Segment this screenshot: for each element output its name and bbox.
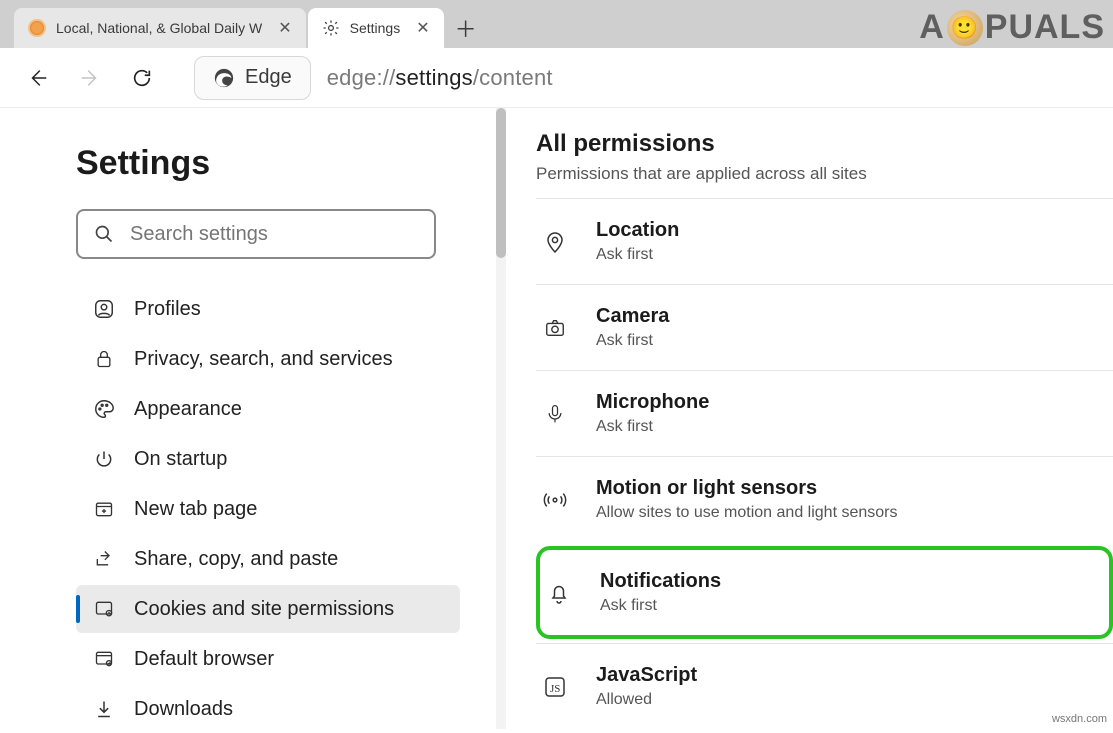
bell-icon [544,580,574,606]
sidebar-item-label: Appearance [134,398,242,421]
lock-icon [92,348,116,370]
permission-sensors[interactable]: Motion or light sensors Allow sites to u… [536,456,1113,542]
permission-title: Location [596,219,679,242]
sidebar-item-label: New tab page [134,498,257,521]
sidebar-item-newtab[interactable]: New tab page [76,485,460,533]
camera-icon [540,317,570,339]
permission-notifications[interactable]: Notifications Ask first [536,546,1113,639]
permission-title: Notifications [600,570,721,593]
permission-microphone[interactable]: Microphone Ask first [536,370,1113,456]
close-icon[interactable]: ✕ [278,18,291,38]
scrollbar-thumb[interactable] [496,108,506,258]
edge-logo-icon [213,67,235,89]
settings-nav: Profiles Privacy, search, and services A… [76,285,460,733]
palette-icon [92,398,116,420]
permission-javascript[interactable]: JS JavaScript Allowed [536,643,1113,729]
permission-subtitle: Ask first [596,246,679,264]
sidebar-item-default-browser[interactable]: Default browser [76,635,460,683]
back-button[interactable] [16,56,60,100]
profile-icon [92,298,116,320]
sidebar-item-label: Privacy, search, and services [134,348,393,371]
sidebar-item-profiles[interactable]: Profiles [76,285,460,333]
permission-subtitle: Ask first [596,332,669,350]
sidebar-item-label: Share, copy, and paste [134,548,338,571]
close-icon[interactable]: ✕ [416,18,429,38]
permission-title: Microphone [596,391,709,414]
sidebar-item-share[interactable]: Share, copy, and paste [76,535,460,583]
forward-button[interactable] [68,56,112,100]
newtab-icon [92,499,116,519]
sidebar-item-startup[interactable]: On startup [76,435,460,483]
tab-strip: Local, National, & Global Daily W ✕ Sett… [0,0,1113,48]
sidebar-item-appearance[interactable]: Appearance [76,385,460,433]
permissions-icon [92,599,116,619]
tab-label: Settings [350,20,401,36]
microphone-icon [540,401,570,427]
gear-icon [322,19,340,37]
power-icon [92,448,116,470]
permission-subtitle: Allowed [596,691,697,709]
browser-icon [92,649,116,669]
sidebar-item-label: Default browser [134,648,274,671]
permission-location[interactable]: Location Ask first [536,198,1113,284]
permissions-panel: All permissions Permissions that are app… [500,108,1113,729]
browser-toolbar: Edge edge://settings/content [0,48,1113,108]
svg-text:JS: JS [550,683,560,695]
settings-search[interactable] [76,209,436,259]
search-icon [94,224,114,244]
permissions-list: Location Ask first Camera Ask first [536,198,1113,729]
tab-settings[interactable]: Settings ✕ [308,8,444,48]
location-icon [540,229,570,255]
search-input[interactable] [128,222,418,247]
sidebar-item-label: Cookies and site permissions [134,598,394,621]
javascript-icon: JS [540,675,570,699]
permissions-heading: All permissions [536,130,1113,158]
sidebar-item-label: On startup [134,448,227,471]
permission-title: JavaScript [596,664,697,687]
edge-identity-chip[interactable]: Edge [194,56,311,100]
sidebar-item-downloads[interactable]: Downloads [76,685,460,733]
permission-subtitle: Ask first [596,418,709,436]
download-icon [92,698,116,720]
sidebar-item-label: Profiles [134,298,201,321]
sensor-icon [540,489,570,511]
address-bar[interactable]: edge://settings/content [319,56,1097,100]
url-scheme: edge:// [327,65,396,91]
sidebar-item-label: Downloads [134,698,233,721]
share-icon [92,549,116,569]
sidebar-scrollbar[interactable] [496,108,506,729]
refresh-button[interactable] [120,56,164,100]
edge-chip-label: Edge [245,66,292,89]
source-caption: wsxdn.com [1052,713,1107,725]
sidebar-item-privacy[interactable]: Privacy, search, and services [76,335,460,383]
sidebar-item-cookies[interactable]: Cookies and site permissions [76,585,460,633]
permission-subtitle: Allow sites to use motion and light sens… [596,504,897,522]
permission-camera[interactable]: Camera Ask first [536,284,1113,370]
permissions-subheading: Permissions that are applied across all … [536,164,1113,184]
permission-subtitle: Ask first [600,597,721,615]
url-path: /content [473,65,553,91]
tab-label: Local, National, & Global Daily W [56,20,262,36]
url-host: settings [395,65,472,91]
page-title: Settings [76,144,476,183]
sun-icon [28,19,46,37]
tab-weather[interactable]: Local, National, & Global Daily W ✕ [14,8,306,48]
permission-title: Camera [596,305,669,328]
permission-title: Motion or light sensors [596,477,897,500]
settings-sidebar: Settings Profiles Privacy, search, and s… [0,108,500,729]
new-tab-button[interactable]: ＋ [446,8,486,48]
